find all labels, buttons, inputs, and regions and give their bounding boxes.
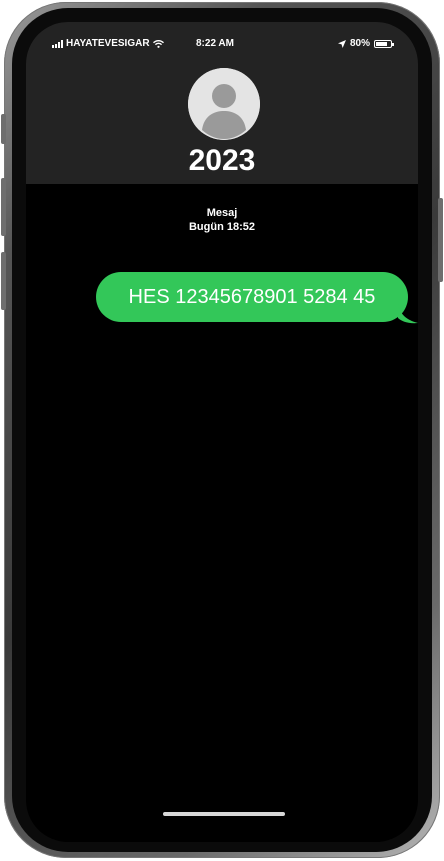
- battery-percent: 80%: [349, 38, 370, 49]
- phone-screen: HAYATEVESIGAR 8:22 AM 80% 2023 Mesaj Bug…: [26, 22, 418, 842]
- mute-switch: [1, 114, 6, 144]
- bubble-tail: [398, 304, 418, 324]
- person-silhouette-icon: [188, 68, 260, 140]
- message-timestamp: Bugün 18:52: [188, 221, 255, 233]
- home-indicator[interactable]: [163, 812, 285, 816]
- contact-avatar-icon[interactable]: [188, 68, 260, 140]
- service-label: Mesaj: [206, 207, 238, 219]
- volume-up-button: [1, 178, 6, 236]
- battery-icon: [374, 39, 394, 48]
- status-right: 80%: [337, 38, 394, 49]
- battery-fill: [376, 41, 388, 46]
- status-left: HAYATEVESIGAR: [52, 38, 164, 49]
- signal-bars-icon: [52, 39, 63, 48]
- carrier-name: HAYATEVESIGAR: [66, 38, 150, 49]
- status-time: 8:22 AM: [196, 38, 234, 49]
- outgoing-message-bubble[interactable]: HES 12345678901 5284 45: [96, 272, 408, 322]
- power-button: [438, 198, 443, 282]
- wifi-icon: [152, 39, 164, 48]
- contact-name[interactable]: 2023: [26, 144, 418, 178]
- status-bar: HAYATEVESIGAR 8:22 AM 80%: [26, 38, 418, 54]
- volume-down-button: [1, 252, 6, 310]
- thread-meta: Mesaj Bugün 18:52: [26, 206, 418, 234]
- location-arrow-icon: [337, 39, 346, 48]
- conversation-header: HAYATEVESIGAR 8:22 AM 80% 2023: [26, 22, 418, 184]
